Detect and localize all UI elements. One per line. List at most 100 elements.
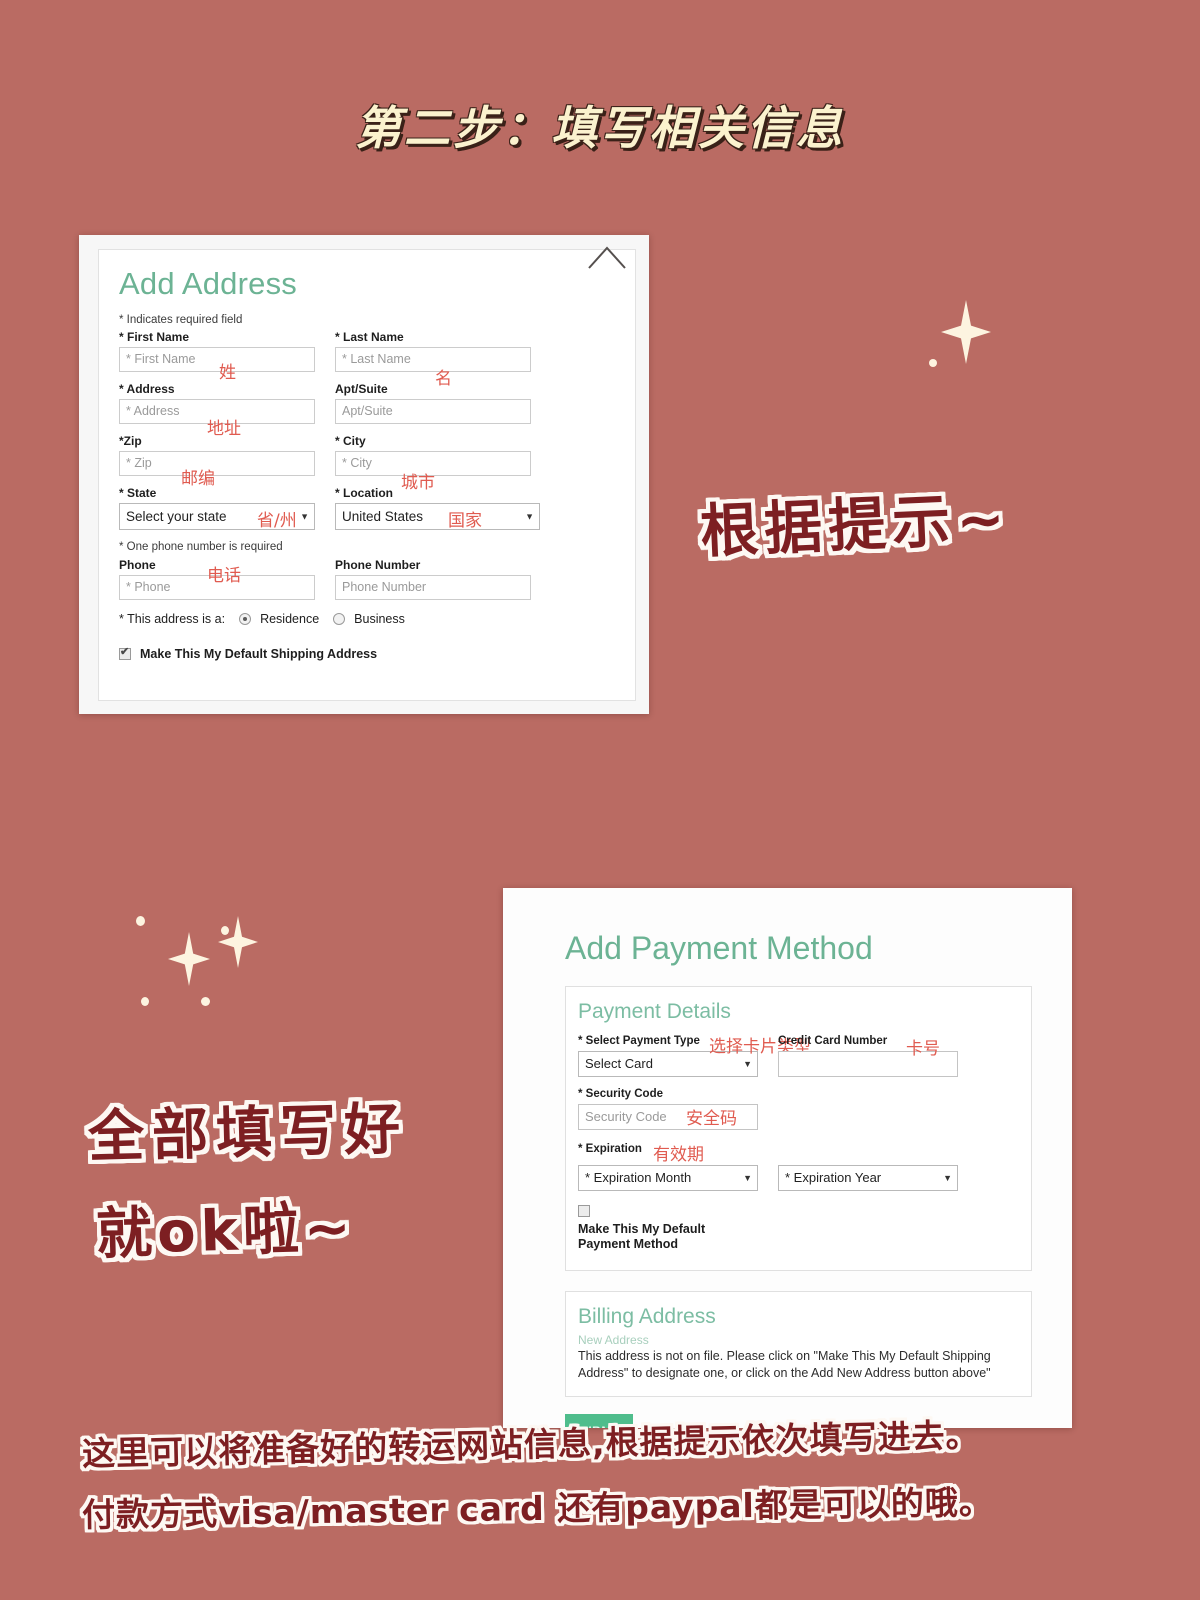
phone-label: Phone [119, 558, 156, 572]
first-name-group: * First Name * First Name 姓 [119, 330, 315, 383]
add-address-card: Add Address * Indicates required field *… [79, 235, 649, 714]
sparkle-dot-icon [201, 997, 210, 1006]
location-label: * Location [335, 486, 394, 500]
address-input[interactable]: * Address [119, 399, 315, 424]
sparkle-dot-icon [929, 359, 937, 367]
add-address-heading: Add Address [119, 266, 297, 301]
last-name-label: * Last Name [335, 330, 404, 344]
expiration-label: * Expiration [578, 1143, 642, 1155]
expiration-year-select[interactable]: * Expiration Year ▼ [778, 1165, 958, 1191]
default-payment-row: Make This My Default Payment Method [578, 1205, 1015, 1252]
add-address-form: Add Address * Indicates required field *… [98, 246, 636, 701]
phone-required-note: * One phone number is required [119, 541, 283, 553]
handwritten-bottom-line-2: 付款方式visa/master card 还有paypal都是可以的哦。 [81, 1482, 994, 1535]
apt-suite-label: Apt/Suite [335, 382, 388, 396]
credit-card-number-input[interactable] [778, 1051, 958, 1077]
apt-suite-group: Apt/Suite Apt/Suite [335, 382, 531, 433]
default-shipping-checkbox[interactable] [119, 646, 131, 660]
chevron-up-icon [588, 246, 626, 269]
apt-suite-input[interactable]: Apt/Suite [335, 399, 531, 424]
location-select[interactable]: United States ▼ [335, 503, 540, 530]
chevron-down-icon: ▼ [943, 1173, 952, 1183]
select-card-dropdown[interactable]: Select Card ▼ [578, 1051, 758, 1077]
select-payment-type-group: * Select Payment Type Select Card ▼ 选择卡片… [578, 1034, 811, 1077]
chevron-down-icon: ▼ [743, 1173, 752, 1183]
radio-residence[interactable] [239, 613, 252, 625]
chevron-down-icon: ▼ [525, 511, 534, 521]
radio-business-label: Business [354, 612, 405, 626]
state-select[interactable]: Select your state ▼ [119, 503, 315, 530]
address-label: * Address [119, 382, 175, 396]
zip-input[interactable]: * Zip [119, 451, 315, 476]
phone-number-input[interactable]: Phone Number [335, 575, 531, 600]
phone-number-group: Phone Number Phone Number [335, 558, 531, 609]
handwritten-ok-note: 就ok啦~ [95, 1195, 357, 1268]
default-payment-checkbox[interactable] [578, 1205, 590, 1217]
city-label: * City [335, 434, 366, 448]
phone-input[interactable]: * Phone [119, 575, 315, 600]
billing-address-heading: Billing Address [578, 1305, 716, 1328]
sparkle-icon [941, 300, 991, 364]
select-card-value: Select Card [585, 1056, 653, 1071]
phone-group: Phone * Phone 电话 [119, 558, 315, 609]
address-type-row: * This address is a: Residence Business [119, 612, 615, 626]
phone-row: Phone * Phone 电话 Phone Number Phone Numb… [119, 558, 615, 609]
first-name-input[interactable]: * First Name [119, 347, 315, 372]
state-select-value: Select your state [126, 509, 227, 524]
credit-card-number-group: Credit Card Number 卡号 [778, 1034, 958, 1077]
name-row: * First Name * First Name 姓 * Last Name … [119, 330, 615, 389]
billing-new-address-sublabel: New Address [578, 1333, 649, 1347]
city-group: * City * City 城市 [335, 434, 531, 493]
handwritten-bottom-line-1: 这里可以将准备好的转运网站信息,根据提示依次填写进去。 [81, 1415, 980, 1474]
last-name-group: * Last Name * Last Name 名 [335, 330, 531, 389]
state-location-row: * State Select your state ▼ 省/州 * Locati… [119, 486, 615, 539]
credit-card-number-label: Credit Card Number [778, 1035, 888, 1047]
state-label: * State [119, 486, 157, 500]
add-payment-heading: Add Payment Method [565, 930, 873, 966]
zip-city-row: *Zip * Zip 邮编 * City * City 城市 [119, 434, 615, 493]
payment-type-row: * Select Payment Type Select Card ▼ 选择卡片… [578, 1034, 1015, 1077]
address-row: * Address * Address 地址 Apt/Suite Apt/Sui… [119, 382, 615, 439]
payment-details-panel: Payment Details * Select Payment Type Se… [565, 986, 1032, 1271]
sparkle-icon [218, 916, 258, 968]
required-field-note: * Indicates required field [119, 314, 243, 326]
radio-business[interactable] [333, 613, 346, 625]
default-shipping-row: Make This My Default Shipping Address [119, 646, 615, 661]
sparkle-dot-icon [136, 916, 145, 926]
payment-details-heading: Payment Details [578, 1000, 731, 1023]
first-name-label: * First Name [119, 330, 190, 344]
state-group: * State Select your state ▼ 省/州 [119, 486, 315, 539]
expiration-year-value: * Expiration Year [785, 1170, 882, 1185]
chevron-down-icon: ▼ [743, 1059, 752, 1069]
security-code-input[interactable]: Security Code [578, 1104, 758, 1130]
security-code-label: * Security Code [578, 1088, 663, 1100]
chevron-down-icon: ▼ [300, 511, 309, 521]
sparkle-dot-icon [221, 926, 229, 935]
default-shipping-label: Make This My Default Shipping Address [140, 647, 378, 661]
billing-address-panel: Billing Address New Address This address… [565, 1291, 1032, 1397]
zip-group: *Zip * Zip 邮编 [119, 434, 315, 489]
expiration-month-value: * Expiration Month [585, 1170, 692, 1185]
default-payment-label: Make This My Default Payment Method [578, 1222, 706, 1251]
expiration-group: * Expiration 有效期 * Expiration Month ▼ * … [578, 1142, 1015, 1191]
last-name-input[interactable]: * Last Name [335, 347, 531, 372]
page-title: 第二步：填写相关信息 [355, 101, 845, 155]
zip-label: *Zip [119, 434, 142, 448]
select-payment-type-label: * Select Payment Type [578, 1035, 700, 1047]
add-payment-method-card: Add Payment Method Payment Details * Sel… [503, 888, 1072, 1428]
billing-address-message: This address is not on file. Please clic… [578, 1349, 991, 1380]
sparkle-dot-icon [141, 997, 149, 1006]
security-code-group: * Security Code Security Code 安全码 [578, 1087, 1015, 1130]
handwritten-allfilled-note: 全部填写好 [87, 1096, 409, 1171]
location-select-value: United States [342, 509, 424, 524]
expiration-row: * Expiration Month ▼ * Expiration Year ▼ [578, 1165, 1015, 1191]
address-group: * Address * Address 地址 [119, 382, 315, 439]
city-input[interactable]: * City [335, 451, 531, 476]
radio-residence-label: Residence [260, 612, 320, 626]
expiration-month-select[interactable]: * Expiration Month ▼ [578, 1165, 758, 1191]
phone-number-label: Phone Number [335, 558, 421, 572]
handwritten-hint-note: 根据提示~ [698, 484, 1013, 566]
address-type-label: * This address is a: [119, 612, 226, 626]
sparkle-icon [168, 932, 210, 986]
location-group: * Location United States ▼ 国家 [335, 486, 540, 539]
